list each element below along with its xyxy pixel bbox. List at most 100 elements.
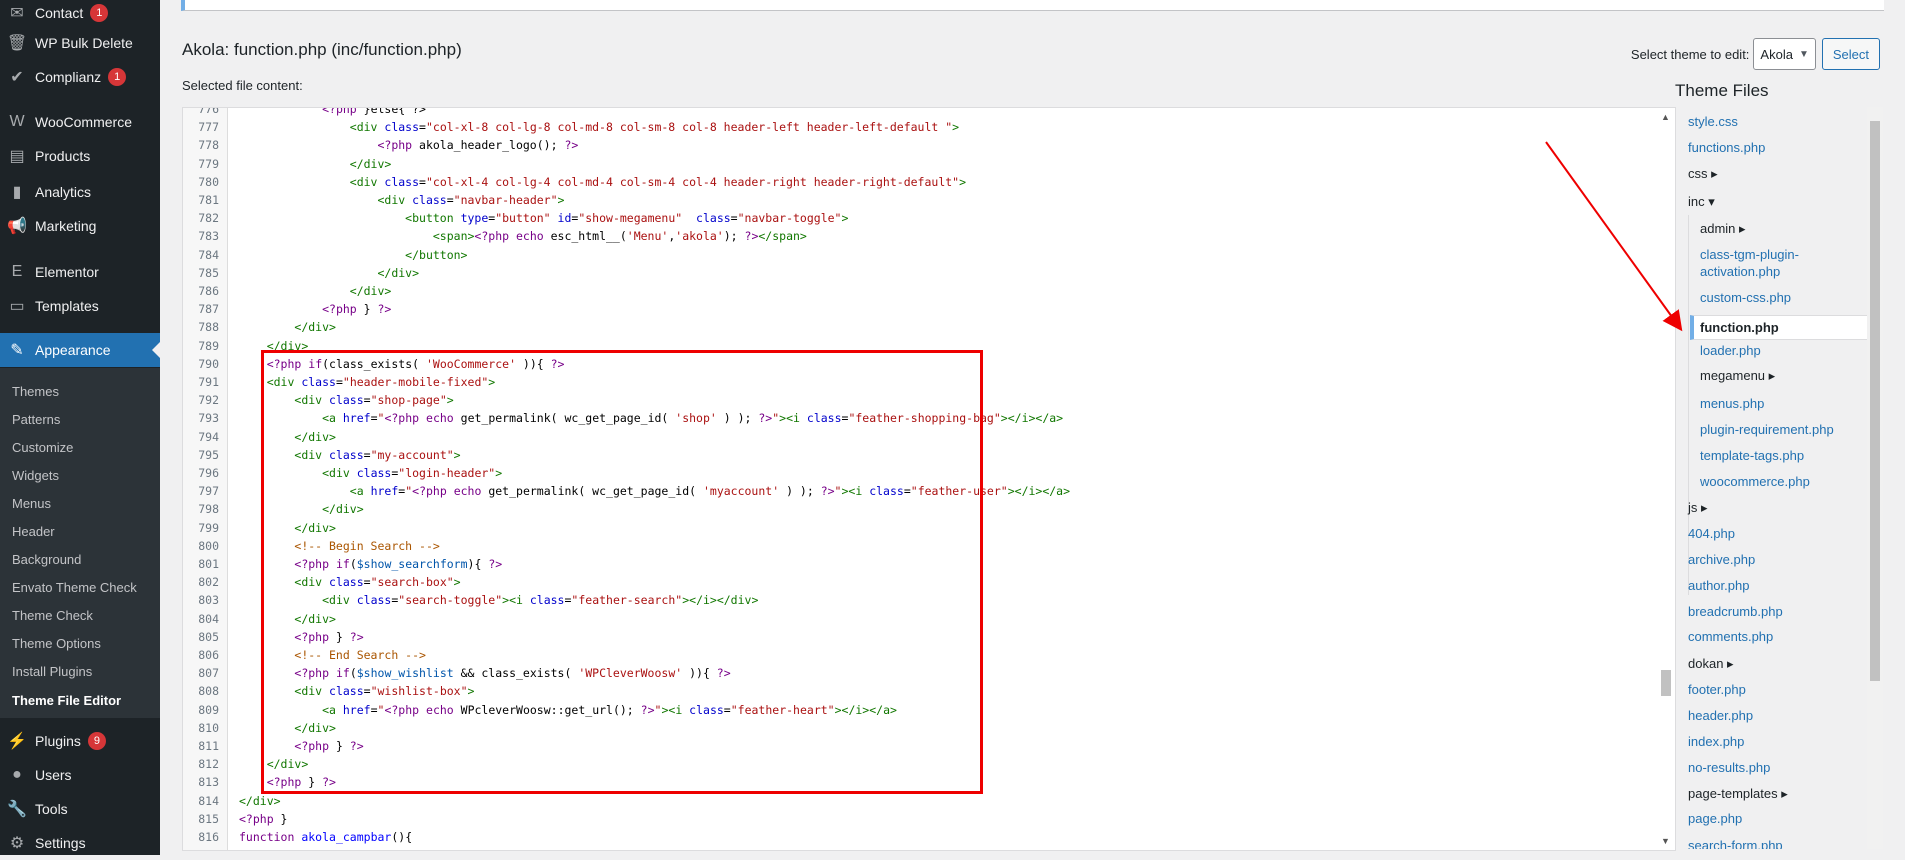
code-token: esc_html__( — [543, 229, 627, 244]
paintbrush-icon: ✎ — [10, 342, 24, 359]
sidebar-item-marketing[interactable]: 📢 Marketing — [0, 209, 160, 243]
line-number: 804 — [198, 611, 219, 626]
submenu-item-theme-check[interactable]: Theme Check — [12, 608, 93, 623]
submenu-item-themes[interactable]: Themes — [12, 384, 59, 399]
theme-file-link[interactable]: header.php — [1688, 707, 1753, 724]
files-scrollbar[interactable] — [1867, 107, 1883, 849]
line-number: 787 — [198, 302, 219, 317]
sidebar-item-woocommerce[interactable]: W WooCommerce — [0, 105, 160, 139]
line-number: 798 — [198, 502, 219, 517]
theme-folder-item[interactable]: page-templates ▸ — [1688, 785, 1788, 802]
sidebar-item-users[interactable]: ● Users — [0, 758, 160, 792]
theme-file-link[interactable]: style.css — [1688, 113, 1738, 130]
code-editor[interactable]: 776 <?php }else{ ?> 777 <div class="col-x… — [182, 107, 1676, 851]
theme-file-link[interactable]: woocommerce.php — [1700, 473, 1810, 490]
code-token: "col-xl-8 col-lg-8 col-md-8 col-sm-8 col… — [425, 120, 953, 135]
sidebar-item-complianz[interactable]: ✔ Complianz 1 — [0, 60, 160, 94]
theme-select[interactable]: Akola ▼ — [1753, 38, 1816, 70]
theme-file-link[interactable]: footer.php — [1688, 681, 1746, 698]
theme-file-link[interactable]: archive.php — [1688, 551, 1755, 568]
code-token: }else{ ?> — [356, 107, 426, 116]
code-token: > — [959, 174, 967, 189]
theme-file-link[interactable]: loader.php — [1700, 342, 1761, 359]
code-token: "col-xl-4 col-lg-4 col-md-4 col-sm-4 col… — [425, 174, 960, 189]
code-token: type — [460, 211, 489, 226]
line-number: 785 — [198, 265, 219, 280]
theme-file-link[interactable]: plugin-requirement.php — [1700, 421, 1834, 438]
code-line: 783 <span><?php echo esc_html__('Menu','… — [183, 227, 1638, 245]
sidebar-item-appearance[interactable]: ✎ Appearance — [0, 333, 160, 367]
theme-folder-item[interactable]: megamenu ▸ — [1700, 367, 1775, 384]
theme-file-link[interactable]: page.php — [1688, 810, 1742, 827]
submenu-item-install-plugins[interactable]: Install Plugins — [12, 664, 92, 679]
select-button[interactable]: Select — [1821, 38, 1880, 70]
code-token: ?> — [758, 411, 773, 426]
theme-file-link[interactable]: template-tags.php — [1700, 447, 1804, 464]
theme-file-link[interactable]: search-form.php — [1688, 837, 1783, 849]
code-token: <div — [294, 447, 330, 462]
sidebar-item-products[interactable]: ▤ Products — [0, 139, 160, 173]
theme-file-link[interactable]: index.php — [1688, 733, 1744, 750]
theme-file-link[interactable]: author.php — [1688, 577, 1749, 594]
sidebar-item-elementor[interactable]: E Elementor — [0, 255, 160, 289]
sidebar-item-templates[interactable]: ▭ Templates — [0, 289, 160, 323]
line-number: 797 — [198, 484, 219, 499]
code-token: ?> — [349, 629, 364, 644]
theme-folder-item[interactable]: dokan ▸ — [1688, 655, 1734, 672]
submenu-item-menus[interactable]: Menus — [12, 496, 51, 511]
code-token: ); — [723, 229, 745, 244]
code-token: <?php — [294, 739, 330, 753]
theme-file-link[interactable]: custom-css.php — [1700, 289, 1791, 306]
submenu-item-customize[interactable]: Customize — [12, 440, 73, 455]
sidebar-item-analytics[interactable]: ▮ Analytics — [0, 175, 160, 209]
theme-folder-item[interactable]: js ▸ — [1688, 499, 1708, 516]
code-token: = — [446, 193, 454, 207]
theme-file-link[interactable]: comments.php — [1688, 628, 1773, 645]
current-file-item[interactable]: function.php — [1690, 315, 1873, 340]
line-number: 780 — [198, 174, 219, 189]
submenu-item-header[interactable]: Header — [12, 524, 55, 539]
sidebar-item-tools[interactable]: 🔧 Tools — [0, 792, 160, 826]
submenu-item-patterns[interactable]: Patterns — [12, 412, 60, 427]
sidebar-item-wp-bulk-delete[interactable]: 🗑 WP Bulk Delete — [0, 26, 160, 60]
theme-folder-item[interactable]: inc ▾ — [1688, 193, 1715, 210]
sidebar-item-label: Settings — [35, 835, 86, 851]
line-number: 808 — [198, 684, 219, 699]
code-token: = — [363, 684, 371, 699]
code-token: )){ — [516, 356, 551, 371]
submenu-item-theme-options[interactable]: Theme Options — [12, 636, 101, 651]
theme-file-link[interactable]: menus.php — [1700, 395, 1764, 412]
submenu-item-theme-file-editor[interactable]: Theme File Editor — [12, 693, 121, 708]
theme-folder-item[interactable]: admin ▸ — [1700, 220, 1746, 237]
code-token: = — [370, 411, 378, 426]
scroll-down-icon[interactable]: ▼ — [1661, 836, 1670, 846]
submenu-item-widgets[interactable]: Widgets — [12, 468, 59, 483]
scroll-up-icon[interactable]: ▲ — [1661, 112, 1670, 122]
editor-scrollbar-thumb[interactable] — [1661, 670, 1671, 696]
theme-file-link[interactable]: breadcrumb.php — [1688, 603, 1783, 620]
code-token: <?php — [239, 811, 274, 826]
theme-folder-item[interactable]: css ▸ — [1688, 165, 1718, 182]
theme-file-link[interactable]: 404.php — [1688, 525, 1735, 542]
theme-file-link[interactable]: no-results.php — [1688, 759, 1770, 776]
files-scrollbar-thumb[interactable] — [1870, 121, 1880, 681]
sidebar-item-plugins[interactable]: ⚡ Plugins 9 — [0, 724, 160, 758]
submenu-item-background[interactable]: Background — [12, 552, 81, 567]
line-number: 805 — [198, 629, 219, 644]
code-token: = — [730, 211, 738, 226]
theme-file-link[interactable]: class-tgm-plugin- activation.php — [1700, 246, 1799, 280]
code-token: <?php — [412, 484, 447, 499]
theme-file-link[interactable]: functions.php — [1688, 139, 1765, 156]
code-token: </span> — [758, 229, 807, 244]
submenu-item-envato-theme-check[interactable]: Envato Theme Check — [12, 580, 137, 595]
